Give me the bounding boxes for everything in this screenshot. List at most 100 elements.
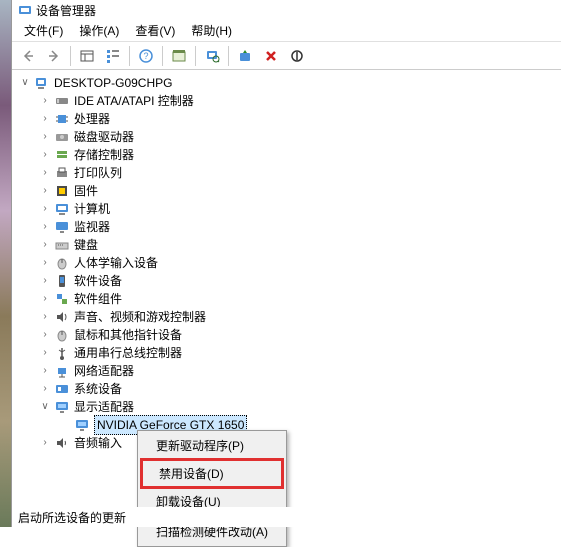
category-label: 软件组件 — [74, 290, 122, 308]
category-label: 显示适配器 — [74, 398, 134, 416]
properties-button[interactable] — [167, 44, 191, 68]
category-row[interactable]: › 软件组件 — [14, 290, 559, 308]
computer-icon — [54, 201, 70, 217]
chevron-right-icon[interactable]: › — [38, 166, 52, 180]
chevron-right-icon[interactable]: › — [38, 256, 52, 270]
disk-icon — [54, 129, 70, 145]
category-label: IDE ATA/ATAPI 控制器 — [74, 92, 194, 110]
menu-file[interactable]: 文件(F) — [16, 20, 71, 41]
toolbar: ? — [12, 42, 561, 70]
disable-button[interactable] — [285, 44, 309, 68]
app-icon — [18, 3, 32, 17]
ctx-update-driver[interactable]: 更新驱动程序(P) — [140, 433, 284, 458]
titlebar: 设备管理器 — [12, 0, 561, 20]
tree-root[interactable]: ∨ DESKTOP-G09CHPG — [14, 74, 559, 92]
category-row[interactable]: › 软件设备 — [14, 272, 559, 290]
category-row[interactable]: › 打印队列 — [14, 164, 559, 182]
chevron-right-icon[interactable]: › — [38, 364, 52, 378]
category-label: 网络适配器 — [74, 362, 134, 380]
category-row[interactable]: › 磁盘驱动器 — [14, 128, 559, 146]
chevron-right-icon[interactable]: › — [38, 94, 52, 108]
firmware-icon — [54, 183, 70, 199]
chevron-right-icon[interactable]: › — [38, 238, 52, 252]
statusbar: 启动所选设备的更新 — [12, 507, 561, 527]
chevron-right-icon[interactable]: › — [38, 346, 52, 360]
category-row[interactable]: ›键盘 — [14, 236, 559, 254]
hid-icon — [54, 255, 70, 271]
ctx-disable-device[interactable]: 禁用设备(D) — [140, 458, 284, 489]
category-label: 音频输入 — [74, 434, 122, 452]
chevron-right-icon[interactable]: › — [38, 382, 52, 396]
back-button[interactable] — [16, 44, 40, 68]
chevron-right-icon[interactable]: › — [38, 436, 52, 450]
chevron-right-icon[interactable]: › — [38, 112, 52, 126]
software-icon — [54, 273, 70, 289]
uninstall-button[interactable] — [259, 44, 283, 68]
chevron-down-icon[interactable]: ∨ — [18, 76, 32, 90]
cpu-icon — [54, 111, 70, 127]
menubar: 文件(F) 操作(A) 查看(V) 帮助(H) — [12, 20, 561, 42]
context-menu: 更新驱动程序(P) 禁用设备(D) 卸载设备(U) 扫描检测硬件改动(A) — [137, 430, 287, 547]
category-row[interactable]: › IDE ATA/ATAPI 控制器 — [14, 92, 559, 110]
chevron-right-icon[interactable]: › — [38, 184, 52, 198]
category-label: 计算机 — [74, 200, 110, 218]
svg-text:?: ? — [143, 51, 148, 61]
audio-icon — [54, 435, 70, 451]
category-row[interactable]: › 声音、视频和游戏控制器 — [14, 308, 559, 326]
category-label: 磁盘驱动器 — [74, 128, 134, 146]
category-label: 鼠标和其他指针设备 — [74, 326, 182, 344]
chevron-right-icon[interactable]: › — [38, 148, 52, 162]
chevron-right-icon[interactable]: › — [38, 220, 52, 234]
storage-icon — [54, 147, 70, 163]
category-row[interactable]: › 系统设备 — [14, 380, 559, 398]
category-label: 软件设备 — [74, 272, 122, 290]
view-button[interactable] — [75, 44, 99, 68]
category-row[interactable]: ›监视器 — [14, 218, 559, 236]
window-title: 设备管理器 — [36, 2, 96, 19]
detail-button[interactable] — [101, 44, 125, 68]
display-icon — [74, 417, 90, 433]
computer-icon — [34, 75, 50, 91]
category-row[interactable]: › 存储控制器 — [14, 146, 559, 164]
update-driver-button[interactable] — [233, 44, 257, 68]
chevron-right-icon[interactable]: › — [38, 202, 52, 216]
category-row[interactable]: › 人体学输入设备 — [14, 254, 559, 272]
category-row[interactable]: › 鼠标和其他指针设备 — [14, 326, 559, 344]
chevron-right-icon[interactable]: › — [38, 328, 52, 342]
forward-button[interactable] — [42, 44, 66, 68]
display-icon — [54, 399, 70, 415]
keyboard-icon — [54, 237, 70, 253]
category-row[interactable]: › 固件 — [14, 182, 559, 200]
category-label: 通用串行总线控制器 — [74, 344, 182, 362]
network-icon — [54, 363, 70, 379]
usb-icon — [54, 345, 70, 361]
ide-icon — [54, 93, 70, 109]
chevron-down-icon[interactable]: ∨ — [38, 400, 52, 414]
category-row[interactable]: › 计算机 — [14, 200, 559, 218]
menu-help[interactable]: 帮助(H) — [183, 20, 240, 41]
category-label: 声音、视频和游戏控制器 — [74, 308, 206, 326]
category-label: 固件 — [74, 182, 98, 200]
category-label: 处理器 — [74, 110, 110, 128]
chevron-right-icon[interactable]: › — [38, 130, 52, 144]
chevron-right-icon[interactable]: › — [38, 274, 52, 288]
category-row[interactable]: › 网络适配器 — [14, 362, 559, 380]
menu-action[interactable]: 操作(A) — [71, 20, 127, 41]
root-label: DESKTOP-G09CHPG — [54, 74, 172, 92]
help-button[interactable]: ? — [134, 44, 158, 68]
category-row[interactable]: ∨ 显示适配器 — [14, 398, 559, 416]
category-label: 系统设备 — [74, 380, 122, 398]
sound-icon — [54, 309, 70, 325]
menu-view[interactable]: 查看(V) — [127, 20, 183, 41]
category-row[interactable]: › 处理器 — [14, 110, 559, 128]
system-icon — [54, 381, 70, 397]
category-label: 存储控制器 — [74, 146, 134, 164]
chevron-right-icon[interactable]: › — [38, 310, 52, 324]
category-label: 打印队列 — [74, 164, 122, 182]
scan-button[interactable] — [200, 44, 224, 68]
category-row[interactable]: › 通用串行总线控制器 — [14, 344, 559, 362]
chevron-right-icon[interactable]: › — [38, 292, 52, 306]
category-label: 人体学输入设备 — [74, 254, 158, 272]
mouse-icon — [54, 327, 70, 343]
printer-icon — [54, 165, 70, 181]
